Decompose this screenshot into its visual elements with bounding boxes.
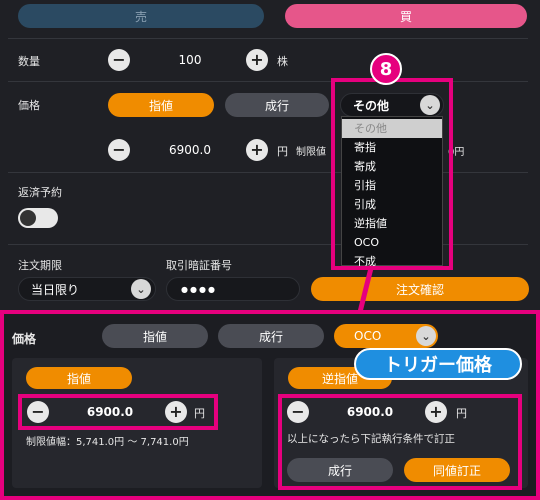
limit-price-value[interactable]: 6900.0 — [70, 405, 150, 419]
trigger-price-callout: トリガー価格 — [354, 348, 522, 380]
limit-price-unit: 円 — [194, 407, 205, 420]
limit-minus-icon[interactable]: − — [27, 401, 49, 423]
dropdown-highlight-frame — [331, 78, 453, 270]
order-confirm-button[interactable]: 注文確認 — [311, 277, 529, 301]
period-label: 注文期限 — [18, 259, 62, 272]
price-value[interactable]: 6900.0 — [155, 143, 225, 157]
price-label: 価格 — [18, 99, 40, 112]
repay-label: 返済予約 — [18, 186, 62, 199]
chevron-down-icon[interactable]: ⌄ — [131, 279, 151, 299]
chevron-down-icon[interactable]: ⌄ — [416, 326, 436, 346]
oco-select-value: OCO — [354, 329, 382, 343]
same-price-correction-button[interactable]: 同値訂正 — [404, 458, 510, 482]
limit-tag: 指値 — [26, 367, 132, 389]
market-order-button[interactable]: 成行 — [225, 93, 329, 117]
oco-zoom-panel: 価格 指値 成行 OCO ⌄ 指値 − 6900.0 + 円 制限値幅：5,74… — [0, 310, 540, 500]
pin-input[interactable]: ●●●● — [166, 277, 300, 301]
price-plus-icon[interactable]: + — [246, 139, 268, 161]
pin-value: ●●●● — [181, 284, 217, 294]
sell-button[interactable]: 売 — [18, 4, 264, 28]
stop-price-value[interactable]: 6900.0 — [330, 405, 410, 419]
pin-label: 取引暗証番号 — [166, 259, 232, 272]
stop-minus-icon[interactable]: − — [287, 401, 309, 423]
step-number: 8 — [379, 58, 393, 80]
quantity-minus-icon[interactable]: − — [108, 49, 130, 71]
buy-button[interactable]: 買 — [285, 4, 527, 28]
oco-price-label: 価格 — [12, 332, 37, 346]
limit-order-button[interactable]: 指値 — [108, 93, 214, 117]
toggle-knob — [20, 210, 36, 226]
limit-range-label: 制限値 — [296, 147, 326, 158]
oco-market-button[interactable]: 成行 — [218, 324, 324, 348]
limit-plus-icon[interactable]: + — [165, 401, 187, 423]
quantity-value[interactable]: 100 — [160, 53, 220, 67]
divider — [8, 38, 528, 39]
period-value: 当日限り — [31, 282, 80, 297]
stop-plus-icon[interactable]: + — [425, 401, 447, 423]
oco-limit-button[interactable]: 指値 — [102, 324, 208, 348]
stop-market-button[interactable]: 成行 — [287, 458, 393, 482]
quantity-unit: 株 — [277, 55, 288, 68]
quantity-plus-icon[interactable]: + — [246, 49, 268, 71]
price-minus-icon[interactable]: − — [108, 139, 130, 161]
repay-toggle[interactable] — [18, 208, 58, 228]
order-form: 売 買 数量 − 100 + 株 価格 指値 成行 − 6900.0 + 円 制… — [0, 0, 540, 310]
stop-price-unit: 円 — [456, 407, 467, 420]
quantity-label: 数量 — [18, 55, 40, 68]
trigger-price-callout-text: トリガー価格 — [384, 355, 492, 376]
step-number-badge: 8 — [370, 53, 402, 85]
limit-range-text: 制限値幅：5,741.0円 ～ 7,741.0円 — [26, 437, 189, 448]
stop-condition-text: 以上になったら下記執行条件で訂正 — [287, 433, 455, 445]
price-unit: 円 — [277, 145, 288, 158]
